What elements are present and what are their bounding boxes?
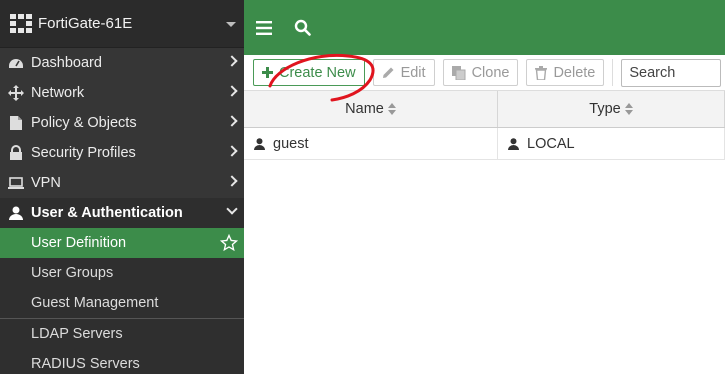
chevron-down-icon — [226, 203, 238, 215]
pencil-icon — [382, 66, 395, 79]
top-bar — [244, 0, 725, 55]
sidebar-item-label: Network — [31, 85, 85, 101]
delete-button[interactable]: Delete — [526, 59, 605, 86]
laptop-icon — [7, 174, 25, 192]
clone-label: Clone — [471, 64, 510, 81]
edit-label: Edit — [400, 64, 426, 81]
chevron-right-icon — [226, 145, 238, 157]
sidebar-item-label: User & Authentication — [31, 205, 183, 221]
delete-label: Delete — [553, 64, 596, 81]
clone-icon — [451, 65, 466, 80]
sidebar-item-dashboard[interactable]: Dashboard — [0, 48, 244, 78]
sidebar-item-network[interactable]: Network — [0, 78, 244, 108]
table-header: Name Type — [244, 90, 725, 128]
column-header-type[interactable]: Type — [498, 91, 725, 127]
sidebar-item-label: Policy & Objects — [31, 115, 137, 131]
sidebar-subitem-radius-servers[interactable]: RADIUS Servers — [0, 349, 244, 374]
search-icon[interactable] — [294, 18, 314, 38]
sidebar-subitem-guest-management[interactable]: Guest Management — [0, 288, 244, 318]
cell-type: LOCAL — [498, 128, 725, 159]
fortinet-logo-icon — [10, 13, 32, 33]
user-icon — [7, 204, 25, 222]
search-input[interactable] — [621, 58, 722, 87]
chevron-right-icon — [226, 55, 238, 67]
sidebar-subitem-user-groups[interactable]: User Groups — [0, 258, 244, 288]
policy-document-icon — [7, 114, 25, 132]
column-header-name[interactable]: Name — [244, 91, 498, 127]
user-icon — [254, 137, 265, 150]
sidebar-item-security-profiles[interactable]: Security Profiles — [0, 138, 244, 168]
create-new-button[interactable]: Create New — [253, 59, 365, 86]
chevron-right-icon — [226, 175, 238, 187]
sidebar-item-user-authentication[interactable]: User & Authentication — [0, 198, 244, 228]
users-table: Name Type guest LOCAL — [244, 90, 725, 160]
sidebar-subitem-label: LDAP Servers — [31, 326, 123, 342]
sidebar-subitem-user-definition[interactable]: User Definition — [0, 228, 244, 258]
clone-button[interactable]: Clone — [442, 59, 519, 86]
trash-icon — [535, 65, 548, 80]
sort-icon — [387, 103, 396, 115]
sidebar: FortiGate-61E Dashboard Network Policy &… — [0, 0, 244, 374]
sidebar-item-label: Security Profiles — [31, 145, 136, 161]
sort-icon — [624, 103, 633, 115]
sidebar-subitem-label: Guest Management — [31, 295, 159, 311]
dashboard-icon — [7, 54, 25, 72]
toolbar-divider — [612, 59, 614, 86]
plus-icon — [262, 67, 273, 78]
sidebar-item-label: Dashboard — [31, 55, 102, 71]
hamburger-menu-icon[interactable] — [256, 18, 276, 38]
table-row[interactable]: guest LOCAL — [244, 128, 725, 160]
user-icon — [508, 137, 519, 150]
cell-name: guest — [244, 128, 498, 159]
sidebar-subitem-label: User Groups — [31, 265, 114, 281]
network-move-icon — [7, 84, 25, 102]
lock-icon — [7, 144, 25, 162]
device-name: FortiGate-61E — [38, 15, 133, 32]
sidebar-item-vpn[interactable]: VPN — [0, 168, 244, 198]
sidebar-item-label: VPN — [31, 175, 61, 191]
sidebar-subitem-ldap-servers[interactable]: LDAP Servers — [0, 319, 244, 349]
device-selector[interactable]: FortiGate-61E — [0, 0, 244, 48]
create-new-label: Create New — [279, 64, 356, 81]
sidebar-subitem-label: RADIUS Servers — [31, 356, 140, 372]
caret-down-icon[interactable] — [226, 22, 236, 27]
sidebar-subitem-label: User Definition — [31, 235, 127, 251]
chevron-right-icon — [226, 85, 238, 97]
chevron-right-icon — [226, 115, 238, 127]
sidebar-item-policy-objects[interactable]: Policy & Objects — [0, 108, 244, 138]
star-favorite-icon[interactable] — [220, 234, 238, 252]
edit-button[interactable]: Edit — [372, 59, 435, 86]
toolbar: Create New Edit Clone Delete — [244, 55, 725, 90]
